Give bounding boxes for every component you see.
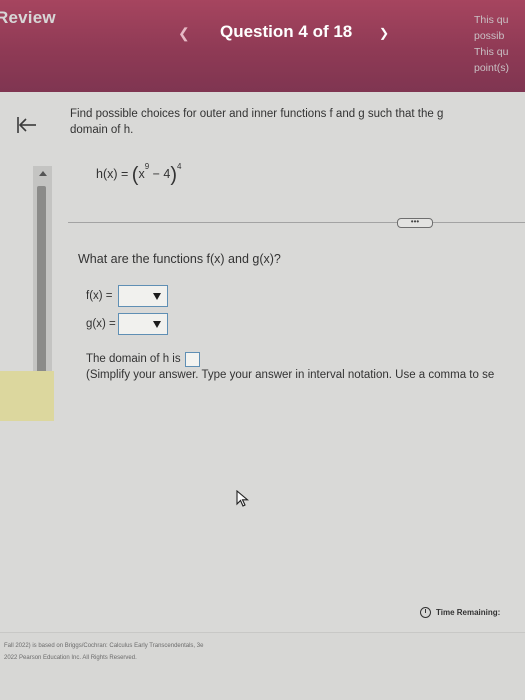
question-navigation: ❮ Question 4 of 18 ❯	[178, 20, 408, 50]
f-row: f(x) =	[86, 285, 168, 307]
points-info: This qu possib This qu point(s)	[474, 12, 525, 76]
collapse-left-arrow-icon[interactable]	[16, 116, 38, 140]
mouse-pointer-icon	[236, 489, 250, 513]
domain-text: The domain of h is	[86, 353, 181, 365]
review-label[interactable]: Review	[0, 8, 56, 28]
footer-copyright: 2022 Pearson Education Inc. All Rights R…	[4, 655, 137, 661]
expand-more-button[interactable]: •••	[397, 218, 433, 228]
question-text: What are the functions f(x) and g(x)?	[78, 252, 281, 266]
time-remaining-label: Time Remaining:	[436, 608, 501, 617]
divider	[68, 222, 525, 223]
points-line: This qu	[474, 46, 509, 58]
points-line: possib	[474, 30, 505, 42]
function-formula: h(x) = (x9 − 4)4	[96, 161, 182, 186]
f-label: f(x) =	[86, 290, 113, 302]
points-line: point(s)	[474, 62, 510, 74]
prompt-line: domain of h.	[70, 124, 134, 136]
formula-lhs: h(x) =	[96, 167, 132, 181]
question-title: Question 4 of 18	[220, 22, 353, 41]
chevron-right-icon[interactable]: ❯	[379, 26, 389, 40]
domain-question: The domain of h is (Simplify your answer…	[86, 351, 525, 383]
scroll-up-arrow-icon[interactable]	[39, 171, 47, 176]
footer-attribution: Fall 2022) is based on Briggs/Cochran: C…	[4, 643, 204, 649]
g-dropdown[interactable]	[118, 313, 168, 335]
formula-constant: − 4	[149, 167, 171, 181]
question-prompt: Find possible choices for outer and inne…	[70, 106, 525, 138]
header-bar: Review ❮ Question 4 of 18 ❯ This qu poss…	[0, 0, 525, 92]
g-row: g(x) =	[86, 313, 168, 335]
footer: Fall 2022) is based on Briggs/Cochran: C…	[0, 632, 525, 700]
points-line: This qu	[474, 14, 509, 26]
formula-base: x	[138, 167, 145, 181]
f-dropdown[interactable]	[118, 285, 168, 307]
time-remaining[interactable]: Time Remaining:	[420, 607, 500, 618]
domain-answer-input[interactable]	[184, 351, 200, 367]
chevron-left-icon[interactable]: ❮	[178, 25, 190, 42]
scrollbar-thumb[interactable]	[37, 186, 46, 374]
chevron-down-icon	[153, 321, 161, 328]
formula-outer-exponent: 4	[177, 161, 182, 171]
chevron-down-icon	[153, 293, 161, 300]
clock-icon	[420, 607, 431, 618]
side-highlight	[0, 371, 54, 421]
g-label: g(x) =	[86, 318, 116, 330]
formula-inner-exponent: 9	[144, 161, 150, 171]
prompt-line: Find possible choices for outer and inne…	[70, 108, 444, 120]
domain-hint: (Simplify your answer. Type your answer …	[86, 369, 495, 381]
domain-line: The domain of h is	[86, 351, 525, 367]
